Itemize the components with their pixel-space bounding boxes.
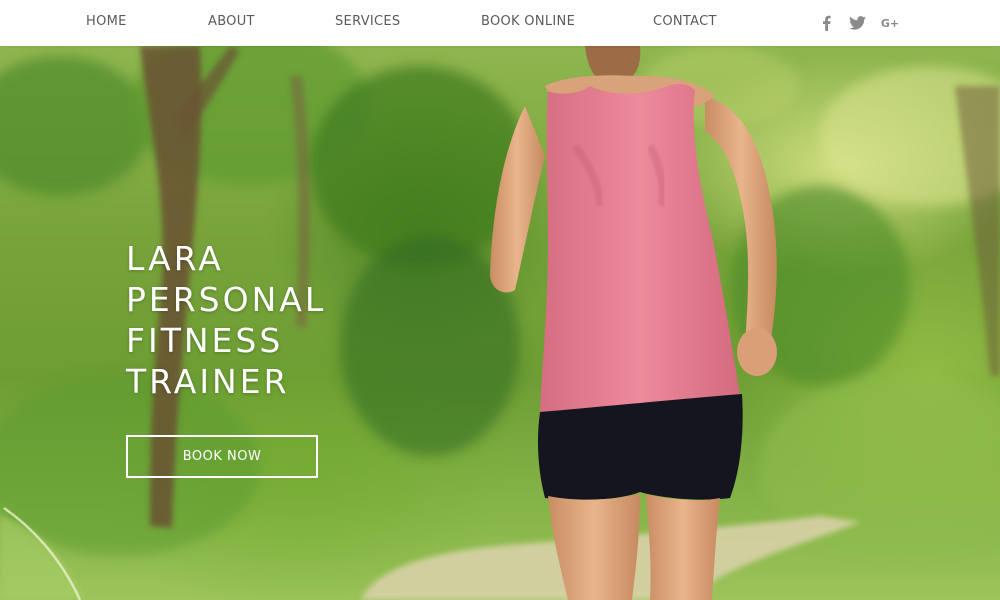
hero-title-line: TRAINER [126,362,290,401]
nav-services-link[interactable]: SERVICES [335,14,400,29]
nav-home-link[interactable]: HOME [86,14,127,29]
top-navigation-bar: HOME ABOUT SERVICES BOOK ONLINE CONTACT … [0,0,1000,46]
googleplus-icon[interactable]: G+ [879,13,901,33]
twitter-glyph [848,16,866,30]
runner [490,46,777,600]
hero-title: LARA PERSONAL FITNESS TRAINER [126,238,446,402]
black-shorts [537,394,743,500]
facebook-icon[interactable] [818,13,834,33]
hero-title-line: PERSONAL [126,280,327,319]
twitter-icon[interactable] [848,13,866,33]
facebook-glyph [822,15,831,31]
hero-section: LARA PERSONAL FITNESS TRAINER BOOK NOW [0,46,1000,600]
hero-title-line: LARA [126,239,224,278]
nav-book-online-link[interactable]: BOOK ONLINE [481,14,575,29]
nav-about-link[interactable]: ABOUT [208,14,255,29]
nav-contact-link[interactable]: CONTACT [653,14,717,29]
book-now-button[interactable]: BOOK NOW [126,435,318,478]
hero-title-line: FITNESS [126,321,284,360]
